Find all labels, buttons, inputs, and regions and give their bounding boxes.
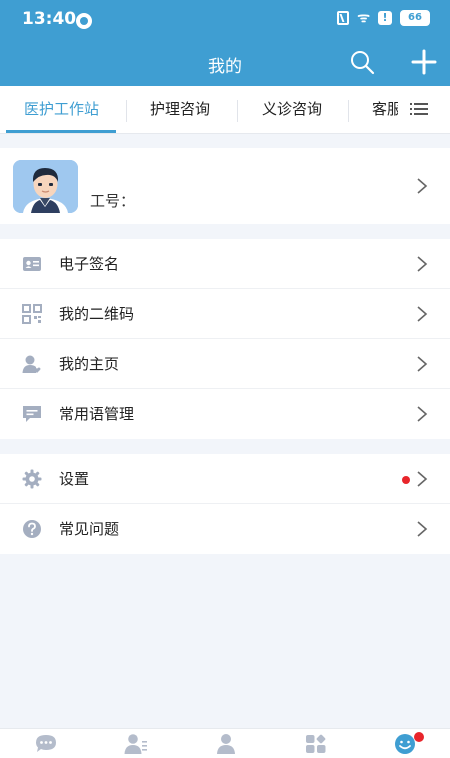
help-icon	[23, 520, 41, 538]
notification-dot	[414, 732, 424, 742]
menu-item-label: 我的二维码	[59, 305, 135, 323]
chevron-right-icon	[417, 356, 428, 372]
chevron-right-icon	[417, 406, 428, 422]
menu-item-my-homepage[interactable]: 我的主页	[0, 339, 450, 389]
bottom-nav	[0, 728, 450, 758]
chat-icon[interactable]	[34, 733, 58, 755]
qr-code-icon	[22, 304, 42, 324]
tab-divider	[126, 100, 127, 122]
record-icon	[76, 13, 92, 29]
user-heart-icon	[22, 355, 41, 373]
menu-item-e-signature[interactable]: 电子签名	[0, 239, 450, 289]
chevron-right-icon	[417, 306, 428, 322]
tab-divider	[237, 100, 238, 122]
menu-item-label: 常用语管理	[59, 405, 135, 423]
nfc-icon	[337, 11, 350, 25]
menu-item-label: 设置	[59, 470, 90, 488]
menu-item-label: 我的主页	[59, 355, 120, 373]
tab-indicator	[6, 130, 116, 133]
wifi-icon: ᯤ	[357, 10, 370, 26]
add-icon[interactable]	[410, 48, 438, 76]
gear-icon	[22, 469, 42, 489]
avatar	[13, 160, 78, 213]
page-title: 我的	[208, 57, 242, 77]
chevron-right-icon	[417, 256, 428, 272]
menu-group-main: 电子签名 我的二维码 我的主页 常用语管理	[0, 239, 450, 439]
chevron-right-icon	[417, 178, 428, 194]
message-icon	[23, 406, 41, 422]
app-header: 13:40 ᯤ ! 66 我的	[0, 0, 450, 86]
apps-icon[interactable]	[304, 733, 328, 755]
battery-icon: 66	[400, 10, 430, 26]
tab-bar: 医护工作站 护理咨询 义诊咨询 客服	[0, 86, 450, 134]
tab-divider	[348, 100, 349, 122]
menu-item-settings[interactable]: 设置	[0, 454, 450, 504]
menu-item-label: 电子签名	[59, 255, 120, 273]
chevron-right-icon	[417, 521, 428, 537]
contacts-icon[interactable]	[124, 733, 148, 755]
person-icon[interactable]	[214, 733, 238, 755]
menu-item-label: 常见问题	[59, 520, 120, 538]
menu-item-qr-code[interactable]: 我的二维码	[0, 289, 450, 339]
employee-id-label: 工号：	[90, 192, 136, 210]
status-icons: ᯤ ! 66	[337, 10, 430, 26]
tab-free-clinic[interactable]: 义诊咨询	[262, 86, 322, 133]
profile-card[interactable]: 工号：	[0, 148, 450, 224]
id-card-icon	[23, 257, 41, 271]
tab-menu-button[interactable]	[398, 86, 450, 133]
tab-nursing-consult[interactable]: 护理咨询	[150, 86, 210, 133]
alert-icon: !	[378, 11, 392, 25]
search-icon[interactable]	[349, 49, 375, 75]
status-time: 13:40	[22, 9, 77, 29]
notification-dot	[402, 476, 410, 484]
chevron-right-icon	[417, 471, 428, 487]
menu-group-settings: 设置 常见问题	[0, 454, 450, 554]
menu-item-phrase-management[interactable]: 常用语管理	[0, 389, 450, 439]
menu-item-faq[interactable]: 常见问题	[0, 504, 450, 554]
list-icon	[410, 103, 428, 115]
tab-workstation[interactable]: 医护工作站	[24, 86, 99, 133]
